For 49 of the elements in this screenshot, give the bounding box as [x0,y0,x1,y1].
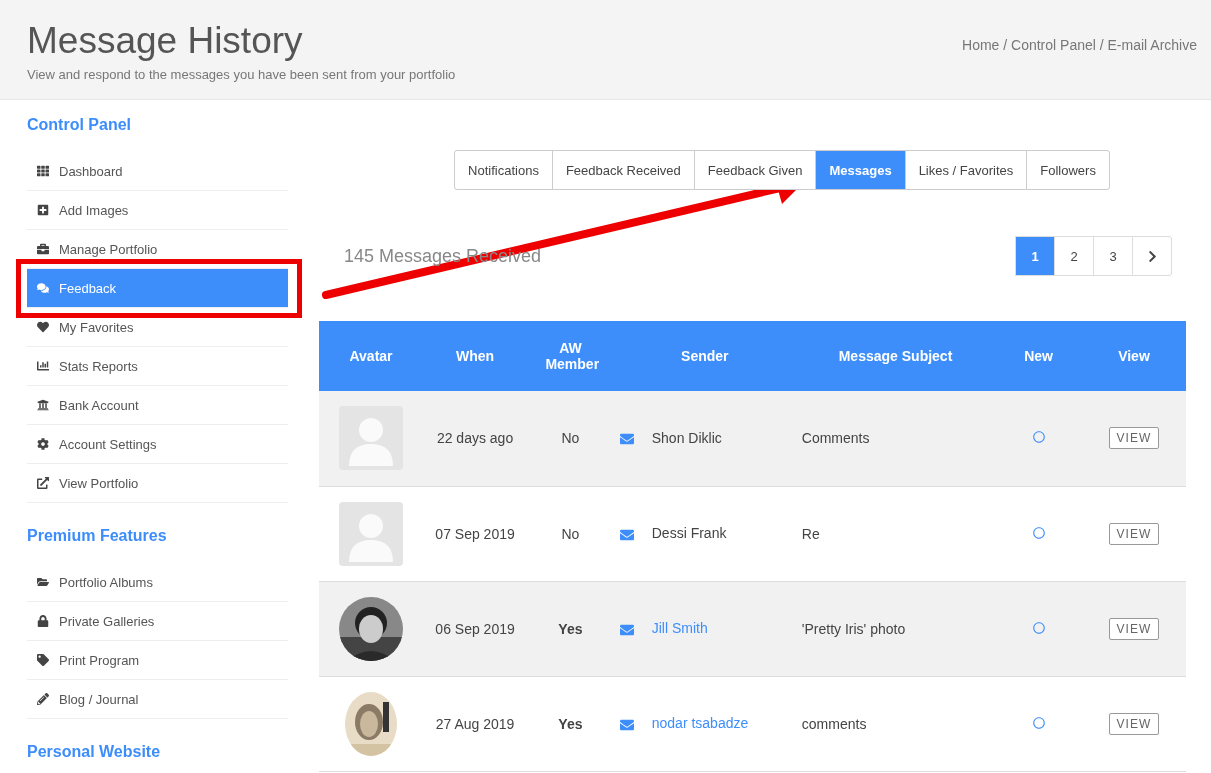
column-header: Avatar [319,321,424,391]
sidebar-item[interactable]: Print Program [27,641,288,680]
sender-name: Shon Diklic [650,430,723,447]
table-cell: 22 days ago [423,391,528,486]
column-header: When [423,321,528,391]
breadcrumb: Home / Control Panel / E-mail Archive [962,37,1197,55]
sidebar-item[interactable]: Account Settings [27,425,288,464]
tab[interactable]: Followers [1026,150,1110,190]
table-cell: No [527,391,614,486]
sidebar-item[interactable]: Portfolio Albums [27,563,288,602]
page-title: Message History [27,20,304,62]
view-button[interactable]: VIEW [1108,427,1160,450]
page-button[interactable]: 2 [1054,236,1094,276]
sidebar-heading: Premium Features [27,526,168,546]
table-cell: Re [795,486,996,581]
sidebar-item[interactable]: Bank Account [27,386,288,425]
sidebar-item[interactable]: Blog / Journal [27,680,288,719]
view-button[interactable]: VIEW [1108,522,1160,545]
table-cell: 27 Aug 2019 [423,676,528,771]
tab[interactable]: Feedback Received [551,150,695,190]
sidebar-item[interactable]: My Favorites [27,308,288,347]
page-button[interactable]: 3 [1093,236,1133,276]
table-cell: 07 Sep 2019 [423,486,528,581]
sidebar-item[interactable]: Private Galleries [27,602,288,641]
page-subtitle: View and respond to the messages you have been sent from your portfolio [27,67,456,82]
table-cell: Yes [527,676,614,771]
table-cell: comments [795,676,996,771]
tab[interactable]: Notifications [454,150,553,190]
sidebar-item[interactable]: Dashboard [27,152,288,191]
sidebar-heading: Personal Website [27,742,162,762]
column-header: New [995,321,1082,391]
sidebar-item[interactable]: Stats Reports [27,347,288,386]
tab[interactable]: Feedback Given [693,150,817,190]
column-header: AW Member [527,321,614,391]
tab[interactable]: Likes / Favorites [904,150,1028,190]
view-button[interactable]: VIEW [1108,712,1160,735]
table-cell: 06 Sep 2019 [423,581,528,676]
column-header: Message Subject [795,321,996,391]
table-cell: Comments [795,391,996,486]
table-cell: No [527,486,614,581]
sidebar-heading: Control Panel [27,115,132,135]
view-button[interactable]: VIEW [1108,617,1160,640]
table-cell: Yes [527,581,614,676]
sidebar-item[interactable]: Add Images [27,191,288,230]
sidebar-item[interactable]: View Portfolio [27,464,288,503]
table-cell: 'Pretty Iris' photo [795,581,996,676]
sender-name: Dessi Frank [650,525,728,542]
column-header: Sender [613,321,796,391]
column-header: View [1081,321,1186,391]
